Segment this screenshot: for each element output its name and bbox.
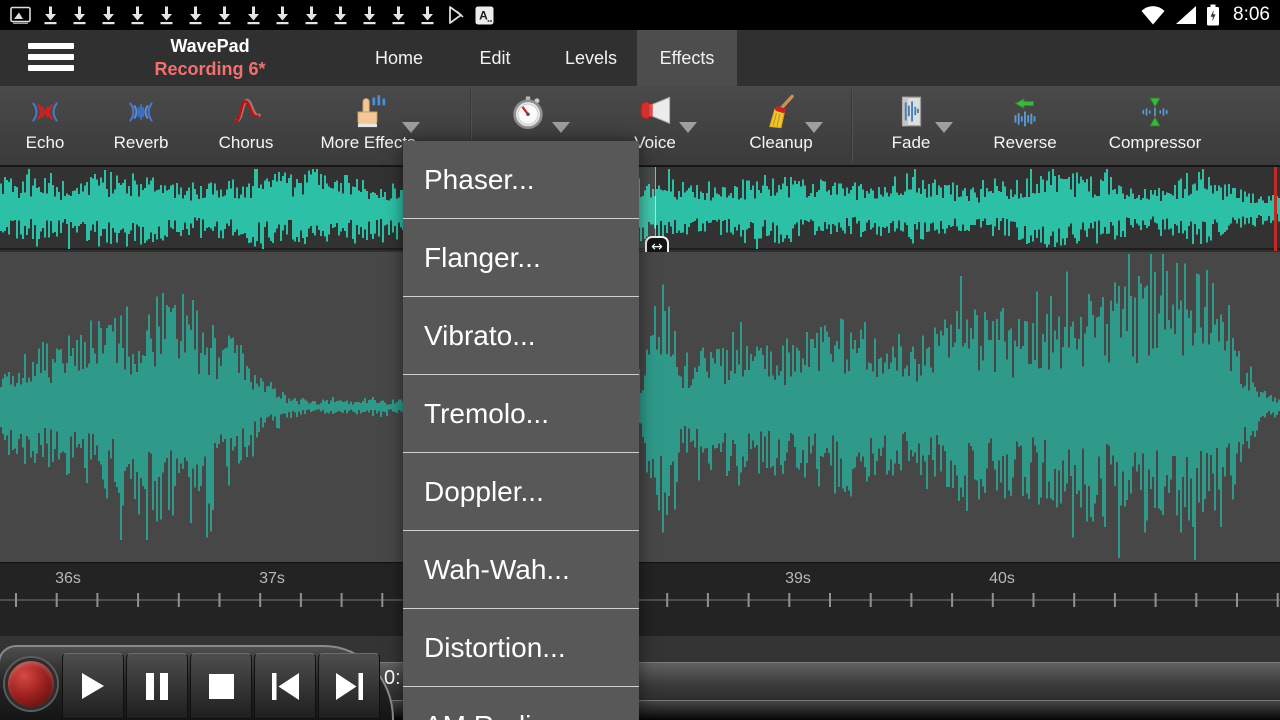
download-icon	[244, 5, 263, 25]
svg-text:A: A	[479, 8, 488, 22]
notification-icons: A	[10, 5, 494, 25]
transport-bar: 0:	[0, 636, 1280, 720]
reverb-label: Reverb	[114, 132, 169, 154]
overview-waveform[interactable]: ↔	[0, 166, 1280, 250]
battery-charging-icon	[1206, 4, 1220, 26]
record-button[interactable]	[5, 658, 57, 710]
download-icons	[41, 5, 437, 25]
voice-caret-icon[interactable]	[679, 122, 697, 133]
reverb-button[interactable]: Reverb	[86, 92, 196, 162]
cleanup-label: Cleanup	[749, 132, 812, 154]
more-effects-dropdown-menu: Phaser... Flanger... Vibrato... Tremolo.…	[403, 141, 639, 720]
skip-forward-button[interactable]	[318, 653, 380, 719]
reverb-icon	[123, 92, 159, 132]
stopwatch-caret-icon[interactable]	[552, 122, 570, 133]
playhead-marker	[1274, 167, 1277, 251]
timeline-label: 40s	[989, 570, 1015, 588]
timeline-label: 36s	[55, 570, 81, 588]
download-icon	[186, 5, 205, 25]
effects-toolbar: Echo Reverb	[0, 86, 1280, 166]
hamburger-menu-icon[interactable]	[28, 43, 74, 73]
compressor-button[interactable]: Compressor	[1100, 92, 1210, 162]
fade-icon	[893, 92, 929, 132]
fade-label: Fade	[892, 132, 931, 154]
stop-icon	[209, 674, 234, 699]
play-button[interactable]	[62, 653, 124, 719]
menu-item-doppler[interactable]: Doppler...	[403, 453, 639, 531]
stopwatch-icon	[509, 92, 547, 132]
status-bar: A 8:06	[0, 0, 1280, 30]
reverse-icon	[1007, 92, 1043, 132]
chorus-button[interactable]: Chorus	[191, 92, 301, 162]
menu-item-wah-wah[interactable]: Wah-Wah...	[403, 531, 639, 609]
transport-panel	[0, 645, 394, 720]
stop-button[interactable]	[190, 653, 252, 719]
download-icon	[70, 5, 89, 25]
skip-forward-icon	[336, 673, 363, 700]
broom-icon	[762, 92, 800, 132]
download-icon	[331, 5, 350, 25]
cleanup-caret-icon[interactable]	[805, 122, 823, 133]
chorus-label: Chorus	[219, 132, 274, 154]
reverse-button[interactable]: Reverse	[970, 92, 1080, 162]
download-icon	[273, 5, 292, 25]
megaphone-icon	[636, 92, 674, 132]
wavepad-app: A 8:06 WavePad Recording 6* Home Edit Le…	[0, 0, 1280, 720]
voice-label: Voice	[634, 132, 676, 154]
more-effects-icon	[349, 92, 387, 132]
gallery-icon	[10, 6, 31, 24]
main-waveform[interactable]	[0, 252, 1280, 562]
download-icon	[418, 5, 437, 25]
play-store-icon	[447, 5, 465, 25]
echo-label: Echo	[26, 132, 65, 154]
tab-edit[interactable]: Edit	[445, 30, 545, 86]
skip-back-icon	[272, 673, 299, 700]
timeline-ruler: 36s 37s 39s 40s	[0, 562, 1280, 636]
tab-effects[interactable]: Effects	[637, 30, 737, 86]
title-block: WavePad Recording 6*	[110, 34, 310, 81]
echo-icon	[27, 92, 63, 132]
clock: 8:06	[1233, 4, 1270, 26]
cleanup-button[interactable]: Cleanup	[726, 92, 836, 162]
download-icon	[128, 5, 147, 25]
app-title: WavePad	[110, 34, 310, 58]
chorus-icon	[228, 92, 264, 132]
reverse-label: Reverse	[993, 132, 1056, 154]
menu-item-flanger[interactable]: Flanger...	[403, 219, 639, 297]
play-icon	[81, 672, 105, 700]
fade-button[interactable]: Fade	[856, 92, 966, 162]
download-icon	[157, 5, 176, 25]
fade-caret-icon[interactable]	[935, 122, 953, 133]
more-effects-caret-icon[interactable]	[402, 122, 420, 133]
echo-button[interactable]: Echo	[0, 92, 100, 162]
wifi-icon	[1140, 5, 1166, 25]
download-icon	[215, 5, 234, 25]
download-icon	[302, 5, 321, 25]
cell-signal-icon	[1175, 5, 1197, 25]
pause-icon	[145, 673, 169, 700]
letter-a-icon: A	[475, 6, 494, 25]
menu-item-tremolo[interactable]: Tremolo...	[403, 375, 639, 453]
tab-home[interactable]: Home	[349, 30, 449, 86]
menu-item-vibrato[interactable]: Vibrato...	[403, 297, 639, 375]
app-header: WavePad Recording 6* Home Edit Levels Ef…	[0, 30, 1280, 86]
skip-back-button[interactable]	[254, 653, 316, 719]
timeline-label: 37s	[259, 570, 285, 588]
system-status-icons: 8:06	[1140, 4, 1270, 26]
download-icon	[99, 5, 118, 25]
pause-button[interactable]	[126, 653, 188, 719]
download-icon	[389, 5, 408, 25]
more-effects-label: More Effects	[320, 132, 415, 154]
document-title: Recording 6*	[110, 58, 310, 81]
menu-item-phaser[interactable]: Phaser...	[403, 141, 639, 219]
download-icon	[360, 5, 379, 25]
compressor-label: Compressor	[1109, 132, 1202, 154]
timeline-label: 39s	[785, 570, 811, 588]
menu-item-am-radio[interactable]: AM Radio...	[403, 687, 639, 720]
tab-levels[interactable]: Levels	[541, 30, 641, 86]
toolbar-separator	[851, 90, 853, 162]
download-icon	[41, 5, 60, 25]
compressor-icon	[1137, 92, 1173, 132]
menu-item-distortion[interactable]: Distortion...	[403, 609, 639, 687]
